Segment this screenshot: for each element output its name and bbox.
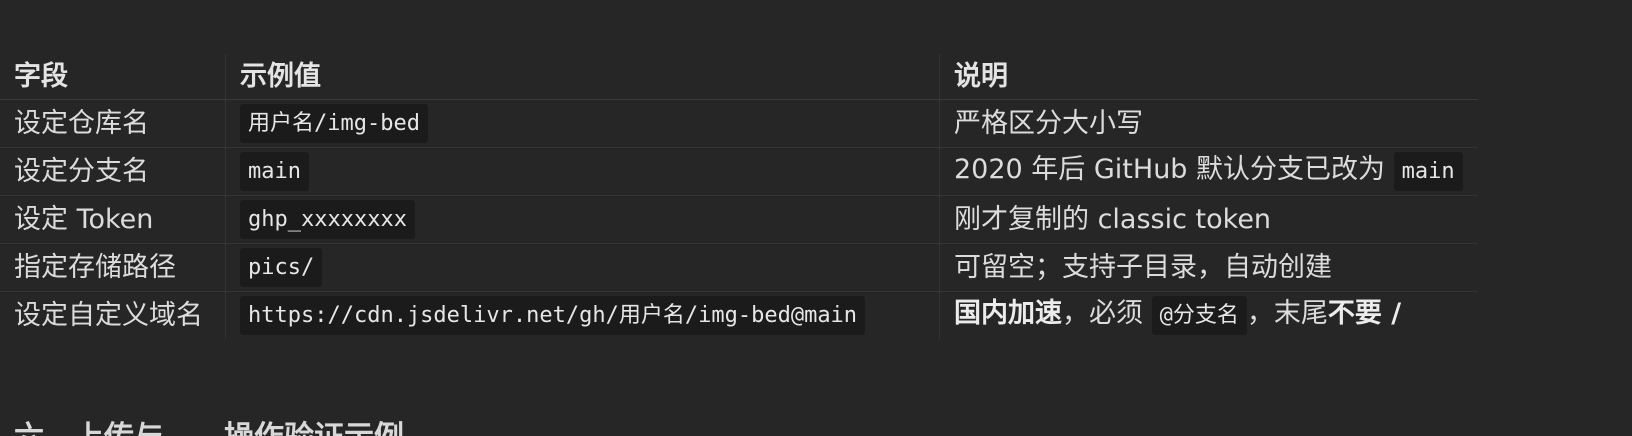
document-page: 字段 示例值 说明 设定仓库名 用户名/img-bed 严格区分大小写 设定分支… bbox=[0, 0, 1632, 436]
cell-example: main bbox=[225, 147, 940, 196]
inline-code: ghp_xxxxxxxx bbox=[240, 200, 415, 239]
settings-table: 字段 示例值 说明 设定仓库名 用户名/img-bed 严格区分大小写 设定分支… bbox=[0, 54, 1478, 339]
cell-example: https://cdn.jsdelivr.net/gh/用户名/img-bed@… bbox=[225, 291, 940, 339]
inline-code: 用户名/img-bed bbox=[240, 104, 428, 143]
cell-description: 国内加速，必须 @分支名 ，末尾不要 / bbox=[940, 292, 1479, 340]
header-example: 示例值 bbox=[225, 54, 940, 100]
inline-code: pics/ bbox=[240, 248, 323, 287]
inline-code: main bbox=[240, 152, 309, 191]
bold-text: 国内加速 bbox=[954, 298, 1062, 330]
table-row: 设定分支名 main 2020 年后 GitHub 默认分支已改为 main bbox=[0, 147, 1478, 196]
description-text: ，必须 bbox=[1062, 298, 1152, 330]
table-row: 指定存储路径 pics/ 可留空；支持子目录，自动创建 bbox=[0, 243, 1478, 292]
cell-field: 设定自定义域名 bbox=[0, 291, 226, 339]
cell-field: 设定 Token bbox=[0, 195, 226, 244]
next-section-heading: 六、上传与……操作验证示例 bbox=[14, 412, 404, 436]
inline-code: @分支名 bbox=[1151, 296, 1247, 335]
description-text: ，末尾 bbox=[1246, 298, 1328, 330]
description-text: 2020 年后 GitHub 默认分支已改为 bbox=[954, 154, 1394, 186]
table-row: 设定仓库名 用户名/img-bed 严格区分大小写 bbox=[0, 99, 1478, 148]
cell-example: 用户名/img-bed bbox=[225, 99, 940, 148]
cell-example: ghp_xxxxxxxx bbox=[225, 195, 940, 244]
table-header-row: 字段 示例值 说明 bbox=[0, 54, 1478, 100]
header-field: 字段 bbox=[0, 54, 226, 100]
cell-example: pics/ bbox=[225, 243, 940, 292]
bold-text: 不要 / bbox=[1327, 298, 1402, 330]
table-row: 设定 Token ghp_xxxxxxxx 刚才复制的 classic toke… bbox=[0, 195, 1478, 244]
cell-description: 2020 年后 GitHub 默认分支已改为 main bbox=[939, 147, 1478, 196]
table-row: 设定自定义域名 https://cdn.jsdelivr.net/gh/用户名/… bbox=[0, 291, 1479, 340]
table-body: 设定仓库名 用户名/img-bed 严格区分大小写 设定分支名 main 202… bbox=[0, 99, 1479, 340]
cell-description: 可留空；支持子目录，自动创建 bbox=[939, 243, 1478, 292]
cell-field: 设定仓库名 bbox=[0, 99, 226, 148]
table-header: 字段 示例值 说明 bbox=[0, 54, 1478, 100]
cell-description: 刚才复制的 classic token bbox=[939, 195, 1478, 244]
cell-field: 指定存储路径 bbox=[0, 243, 226, 292]
cell-description: 严格区分大小写 bbox=[939, 99, 1478, 148]
inline-code: main bbox=[1393, 152, 1463, 191]
inline-code: https://cdn.jsdelivr.net/gh/用户名/img-bed@… bbox=[240, 296, 866, 335]
header-description: 说明 bbox=[939, 54, 1478, 100]
cell-field: 设定分支名 bbox=[0, 147, 226, 196]
